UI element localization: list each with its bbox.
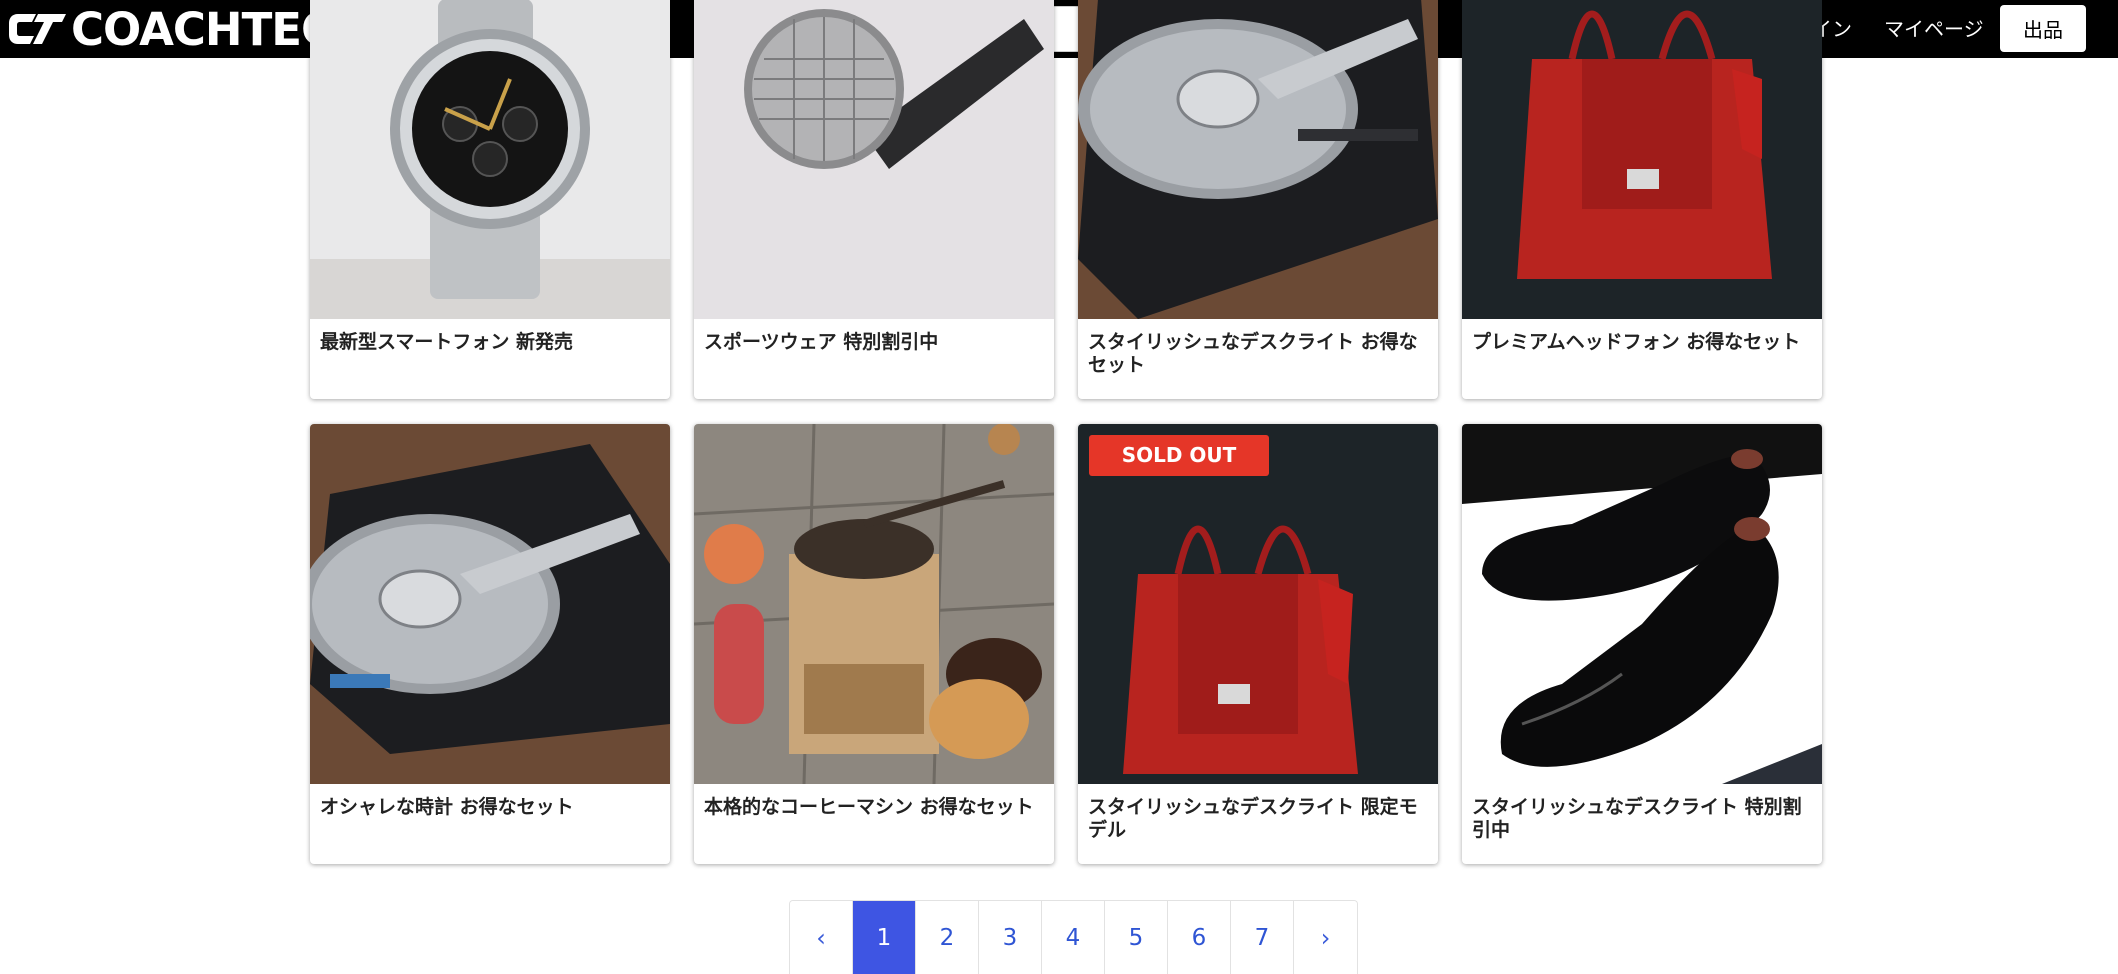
page-button-7[interactable]: 7 [1231,901,1294,974]
coffee-grinder-image [694,424,1054,784]
coachtech-logo-icon [9,14,66,44]
product-name: スタイリッシュなデスクライト お得なセット [1088,331,1418,376]
product-name: 最新型スマートフォン 新発売 [320,331,574,353]
product-name: プレミアムヘッドフォン お得なセット [1472,331,1801,353]
product-name: スタイリッシュなデスクライト 特別割引中 [1472,796,1802,841]
product-name: スポーツウェア 特別割引中 [704,331,939,353]
product-card[interactable]: SOLD OUT スタイリッシュなデスクライト 限定モデル [1078,424,1438,864]
product-card[interactable]: スタイリッシュなデスクライト 特別割引中 [1462,424,1822,864]
next-page-button[interactable]: › [1294,901,1357,974]
product-card[interactable]: プレミアムヘッドフォン お得なセット [1462,0,1822,399]
leather-shoes-image [1462,424,1822,784]
page-button-6[interactable]: 6 [1168,901,1231,974]
page-button-5[interactable]: 5 [1105,901,1168,974]
prev-page-button[interactable]: ‹ [790,901,853,974]
page-button-2[interactable]: 2 [916,901,979,974]
product-card[interactable]: 本格的なコーヒーマシン お得なセット [694,424,1054,864]
mypage-link[interactable]: マイページ [1884,0,1984,58]
page-button-3[interactable]: 3 [979,901,1042,974]
microphone-image [694,0,1054,319]
wristwatch-image [310,0,670,319]
sold-out-badge: SOLD OUT [1089,435,1269,476]
page-button-4[interactable]: 4 [1042,901,1105,974]
product-name: スタイリッシュなデスクライト 限定モデル [1088,796,1418,841]
product-card[interactable]: スタイリッシュなデスクライト お得なセット [1078,0,1438,399]
sell-button[interactable]: 出品 [2000,5,2086,52]
product-card[interactable]: オシャレな時計 お得なセット [310,424,670,864]
hard-disk-image [310,424,670,784]
red-handbag-image [1462,0,1822,319]
red-handbag-image [1078,424,1438,784]
pagination: ‹ 1 2 3 4 5 6 7 › [789,900,1358,974]
hard-disk-image [1078,0,1438,319]
product-name: オシャレな時計 お得なセット [320,796,574,818]
product-card[interactable]: 最新型スマートフォン 新発売 [310,0,670,399]
page-button-1[interactable]: 1 [853,901,916,974]
product-card[interactable]: スポーツウェア 特別割引中 [694,0,1054,399]
product-name: 本格的なコーヒーマシン お得なセット [704,796,1034,818]
